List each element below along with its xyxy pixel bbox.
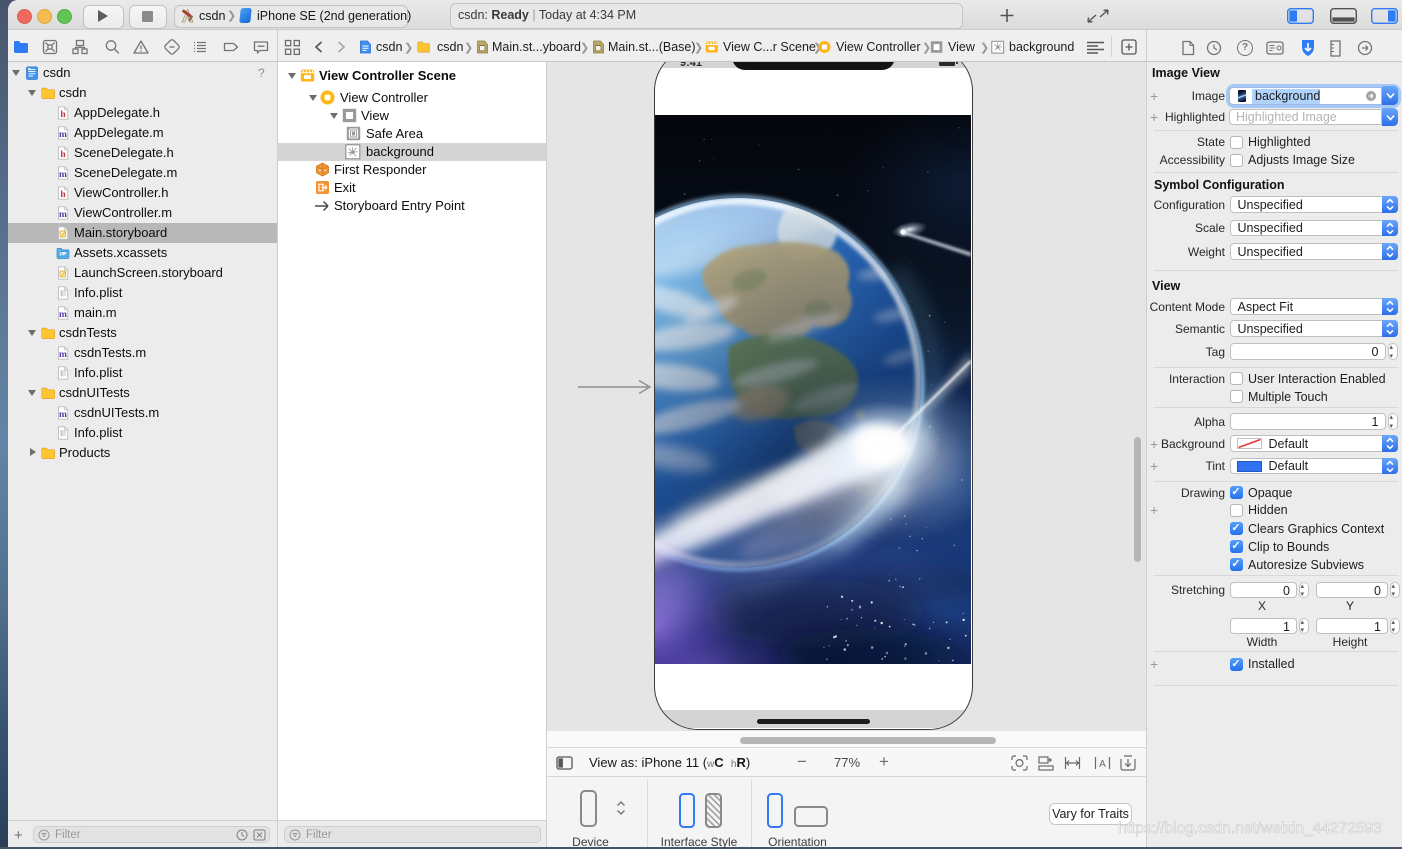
svg-text:m: m: [59, 350, 67, 360]
svg-text:h: h: [60, 150, 66, 160]
svg-text:m: m: [59, 410, 67, 420]
svg-text:m: m: [59, 310, 67, 320]
svg-text:A: A: [1099, 759, 1106, 770]
svg-text:m: m: [59, 170, 67, 180]
svg-text:m: m: [59, 130, 67, 140]
svg-text:h: h: [60, 110, 66, 120]
svg-text:h: h: [60, 190, 66, 200]
svg-text:m: m: [59, 210, 67, 220]
